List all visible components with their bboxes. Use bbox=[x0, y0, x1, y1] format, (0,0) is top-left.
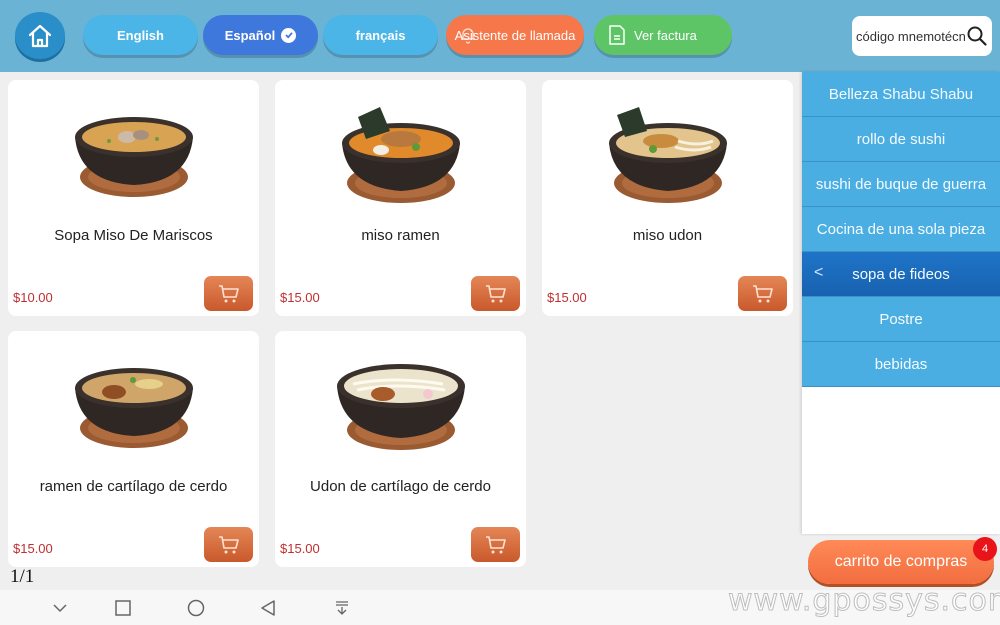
product-name: ramen de cartílago de cerdo bbox=[39, 478, 228, 495]
language-english-button[interactable]: English bbox=[83, 15, 198, 55]
product-price: $15.00 bbox=[280, 541, 320, 556]
add-to-cart-button[interactable] bbox=[471, 276, 520, 311]
bell-icon bbox=[461, 28, 475, 44]
product-card[interactable]: ramen de cartílago de cerdo $15.00 bbox=[8, 331, 259, 567]
checkmark-icon bbox=[281, 27, 297, 43]
product-card[interactable]: Sopa Miso De Mariscos $10.00 bbox=[8, 80, 259, 316]
view-invoice-button[interactable]: Ver factura bbox=[594, 15, 732, 55]
product-card[interactable]: Udon de cartílago de cerdo $15.00 bbox=[275, 331, 526, 567]
pork-cartilage-ramen-image bbox=[74, 368, 193, 448]
category-label: Postre bbox=[879, 310, 923, 328]
add-to-cart-button[interactable] bbox=[738, 276, 787, 311]
cart-icon bbox=[752, 284, 773, 302]
square-icon bbox=[115, 600, 131, 616]
call-assistant-button[interactable]: Asistente de llamada bbox=[446, 15, 584, 55]
category-label: bebidas bbox=[874, 355, 928, 373]
pork-cartilage-udon-image bbox=[336, 364, 465, 450]
product-image bbox=[562, 88, 773, 216]
category-item[interactable]: Belleza Shabu Shabu bbox=[802, 72, 1000, 117]
language-spanish-button[interactable]: Español bbox=[203, 15, 318, 55]
miso-udon-image bbox=[608, 106, 727, 203]
document-icon bbox=[609, 25, 625, 45]
search-box bbox=[852, 16, 992, 56]
product-card[interactable]: miso udon $15.00 bbox=[542, 80, 793, 316]
home-icon bbox=[28, 24, 52, 47]
home-nav-button[interactable] bbox=[186, 598, 206, 618]
category-item[interactable]: sushi de buque de guerra bbox=[802, 162, 1000, 207]
cart-icon bbox=[485, 535, 506, 553]
product-name: Sopa Miso De Mariscos bbox=[54, 227, 213, 244]
category-item-active[interactable]: < sopa de fideos bbox=[802, 252, 1000, 297]
watermark-text: www.gpossys.com bbox=[727, 583, 1000, 619]
product-image bbox=[28, 339, 239, 467]
language-french-button[interactable]: français bbox=[323, 15, 438, 55]
chevron-left-icon: < bbox=[814, 264, 824, 281]
category-label: Belleza Shabu Shabu bbox=[828, 85, 974, 103]
recents-button[interactable] bbox=[113, 598, 133, 618]
top-bar: English Español français Asistente de ll… bbox=[0, 0, 1000, 72]
category-label: sushi de buque de guerra bbox=[815, 175, 987, 193]
category-item[interactable]: Postre bbox=[802, 297, 1000, 342]
back-button[interactable] bbox=[258, 598, 278, 618]
pull-down-icon bbox=[336, 601, 348, 615]
chevron-down-icon bbox=[53, 604, 67, 613]
product-name: miso ramen bbox=[361, 227, 440, 244]
language-label: français bbox=[355, 27, 406, 43]
category-label: sopa de fideos bbox=[852, 265, 950, 283]
circle-icon bbox=[187, 599, 205, 617]
product-name: miso udon bbox=[632, 227, 703, 244]
add-to-cart-button[interactable] bbox=[204, 527, 253, 562]
product-name: Udon de cartílago de cerdo bbox=[310, 478, 491, 495]
product-price: $15.00 bbox=[547, 290, 587, 305]
product-image bbox=[295, 339, 506, 467]
seafood-miso-soup-image bbox=[74, 117, 193, 197]
product-price: $15.00 bbox=[13, 541, 53, 556]
product-price: $10.00 bbox=[13, 290, 53, 305]
category-sidebar: Belleza Shabu Shabu rollo de sushi sushi… bbox=[802, 72, 1000, 534]
add-to-cart-button[interactable] bbox=[204, 276, 253, 311]
view-invoice-label: Ver factura bbox=[634, 27, 697, 43]
product-image bbox=[28, 88, 239, 216]
category-item[interactable]: bebidas bbox=[802, 342, 1000, 387]
miso-ramen-image bbox=[341, 106, 460, 203]
triangle-back-icon bbox=[261, 600, 275, 616]
home-button[interactable] bbox=[15, 12, 65, 59]
notification-pull-button[interactable] bbox=[332, 598, 352, 618]
product-image bbox=[295, 88, 506, 216]
shopping-cart-button[interactable]: carrito de compras bbox=[808, 540, 994, 584]
search-input[interactable] bbox=[856, 28, 966, 44]
hide-nav-button[interactable] bbox=[50, 598, 70, 618]
add-to-cart-button[interactable] bbox=[471, 527, 520, 562]
shopping-cart-label: carrito de compras bbox=[834, 553, 968, 570]
cart-icon bbox=[218, 284, 239, 302]
language-label: English bbox=[117, 27, 164, 43]
product-card[interactable]: miso ramen $15.00 bbox=[275, 80, 526, 316]
category-label: Cocina de una sola pieza bbox=[816, 220, 986, 238]
cart-icon bbox=[218, 535, 239, 553]
page-indicator: 1/1 bbox=[10, 566, 35, 587]
product-price: $15.00 bbox=[280, 290, 320, 305]
language-label: Español bbox=[224, 27, 276, 43]
category-item[interactable]: Cocina de una sola pieza bbox=[802, 207, 1000, 252]
category-item[interactable]: rollo de sushi bbox=[802, 117, 1000, 162]
cart-icon bbox=[485, 284, 506, 302]
search-icon[interactable] bbox=[966, 25, 988, 47]
category-label: rollo de sushi bbox=[856, 130, 946, 148]
cart-count-badge: 4 bbox=[973, 537, 997, 561]
